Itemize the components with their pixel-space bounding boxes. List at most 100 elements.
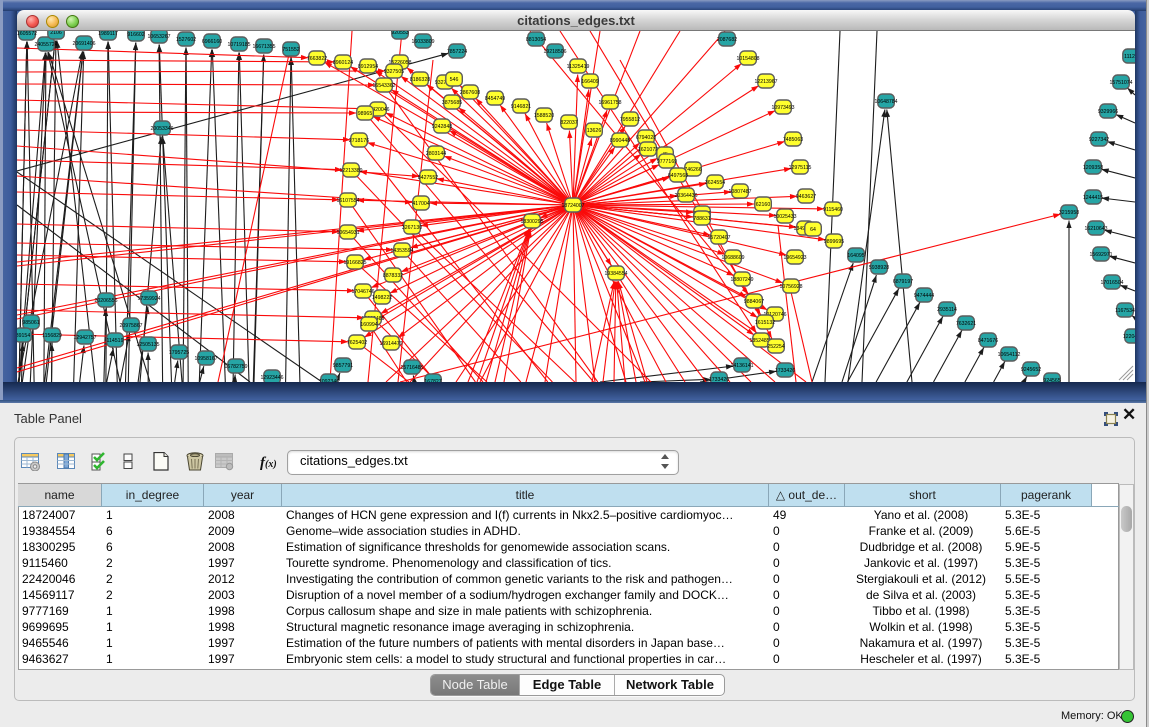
svg-text:19166825: 19166825 <box>343 260 366 266</box>
svg-text:19218506: 19218506 <box>543 49 566 55</box>
svg-text:1209358: 1209358 <box>1083 165 1103 171</box>
svg-text:9777169: 9777169 <box>657 159 677 165</box>
svg-text:17359924: 17359924 <box>137 296 160 302</box>
svg-text:16914479: 16914479 <box>379 341 402 347</box>
svg-text:11325419: 11325419 <box>567 64 590 70</box>
svg-text:751552: 751552 <box>282 47 299 53</box>
svg-text:7632621: 7632621 <box>956 321 976 327</box>
svg-text:8990448: 8990448 <box>610 138 630 144</box>
svg-text:9474444: 9474444 <box>914 293 934 299</box>
svg-text:8960124: 8960124 <box>333 60 353 66</box>
svg-text:9115460: 9115460 <box>823 207 843 213</box>
svg-text:7663822: 7663822 <box>307 56 327 62</box>
svg-text:16782759: 16782759 <box>224 364 247 370</box>
svg-text:62160: 62160 <box>756 202 771 208</box>
svg-text:39154: 39154 <box>17 333 30 339</box>
svg-text:9463627: 9463627 <box>796 194 816 200</box>
svg-text:2106: 2106 <box>50 31 62 36</box>
svg-text:3624554: 3624554 <box>705 180 725 186</box>
svg-text:19384554: 19384554 <box>604 271 627 277</box>
svg-text:13626: 13626 <box>587 128 602 134</box>
svg-text:15751074: 15751074 <box>1109 80 1132 86</box>
svg-text:6879197: 6879197 <box>893 279 913 285</box>
svg-text:788631: 788631 <box>693 216 710 222</box>
svg-text:7857224: 7857224 <box>447 49 467 55</box>
svg-text:924565: 924565 <box>1043 378 1060 382</box>
svg-text:16671355: 16671355 <box>252 44 275 50</box>
svg-text:1605572: 1605572 <box>17 31 37 37</box>
svg-text:2718176: 2718176 <box>349 138 369 144</box>
svg-text:9245652: 9245652 <box>1021 367 1041 373</box>
svg-text:12942757: 12942757 <box>73 335 96 341</box>
svg-text:f(x): f(x) <box>260 455 277 471</box>
svg-text:164095: 164095 <box>847 253 864 259</box>
svg-text:1244415: 1244415 <box>1083 195 1103 201</box>
svg-text:24055724: 24055724 <box>34 42 57 48</box>
svg-text:985061: 985061 <box>22 320 39 326</box>
svg-text:822037: 822037 <box>560 120 577 126</box>
svg-text:1615132: 1615132 <box>755 320 775 326</box>
svg-text:16210643: 16210643 <box>1084 226 1107 232</box>
svg-text:167827: 167827 <box>424 379 441 382</box>
svg-text:2935114: 2935114 <box>937 307 957 313</box>
svg-text:1795725: 1795725 <box>169 350 189 356</box>
svg-text:10654112: 10654112 <box>998 352 1021 358</box>
svg-text:3267130: 3267130 <box>402 225 422 231</box>
svg-text:417004: 417004 <box>412 201 429 207</box>
svg-text:10154808: 10154808 <box>736 56 759 62</box>
svg-text:9857791: 9857791 <box>333 363 353 369</box>
svg-text:9884067: 9884067 <box>744 299 764 305</box>
svg-text:114519: 114519 <box>107 338 124 344</box>
svg-text:3875685: 3875685 <box>442 100 462 106</box>
svg-text:920553: 920553 <box>391 31 408 36</box>
svg-text:8454749: 8454749 <box>485 96 505 102</box>
svg-text:6966160: 6966160 <box>202 39 222 45</box>
svg-text:9329966: 9329966 <box>1098 109 1118 115</box>
svg-text:6794028: 6794028 <box>636 135 656 141</box>
svg-text:10958167: 10958167 <box>194 356 217 362</box>
svg-text:20053346: 20053346 <box>150 126 173 132</box>
svg-text:16543362: 16543362 <box>372 83 395 89</box>
svg-text:160994: 160994 <box>360 322 377 328</box>
svg-text:16033809: 16033809 <box>411 39 434 45</box>
svg-text:8471676: 8471676 <box>978 338 998 344</box>
svg-text:18300295: 18300295 <box>520 219 543 225</box>
svg-text:12213389: 12213389 <box>339 168 362 174</box>
svg-text:1588520: 1588520 <box>534 113 554 119</box>
svg-text:2087682: 2087682 <box>717 37 737 43</box>
svg-text:2803144: 2803144 <box>426 151 446 157</box>
svg-text:1220455: 1220455 <box>1123 334 1135 340</box>
svg-text:15720407: 15720407 <box>707 235 730 241</box>
svg-text:10756928: 10756928 <box>779 284 802 290</box>
svg-text:12505135: 12505135 <box>136 342 159 348</box>
svg-text:19654923: 19654923 <box>783 255 806 261</box>
svg-text:20364436: 20364436 <box>674 193 697 199</box>
svg-text:10973493: 10973493 <box>771 105 794 111</box>
svg-text:1156829: 1156829 <box>42 333 62 339</box>
svg-text:8813054: 8813054 <box>526 37 546 43</box>
svg-text:14353594: 14353594 <box>390 248 413 254</box>
svg-text:1527602: 1527602 <box>176 37 196 43</box>
svg-text:12213967: 12213967 <box>754 79 777 85</box>
svg-text:98965: 98965 <box>358 111 373 117</box>
svg-text:9327505: 9327505 <box>384 69 404 75</box>
svg-text:10688609: 10688609 <box>721 255 744 261</box>
svg-text:7955812: 7955812 <box>620 117 640 123</box>
svg-text:16961758: 16961758 <box>598 100 621 106</box>
svg-text:7625402: 7625402 <box>347 340 367 346</box>
svg-text:252254: 252254 <box>767 344 784 350</box>
svg-text:20691406: 20691406 <box>72 41 95 47</box>
svg-text:1167534: 1167534 <box>1115 308 1135 314</box>
svg-text:14136141: 14136141 <box>730 363 753 369</box>
svg-text:18807249: 18807249 <box>730 277 753 283</box>
svg-text:64: 64 <box>810 227 816 233</box>
svg-text:20206556: 20206556 <box>94 298 117 304</box>
svg-text:1733426: 1733426 <box>775 368 795 374</box>
svg-text:1621072: 1621072 <box>638 147 658 153</box>
svg-text:1733426: 1733426 <box>709 377 729 382</box>
svg-text:8427552: 8427552 <box>418 175 438 181</box>
svg-text:1989117: 1989117 <box>98 31 118 37</box>
svg-text:10653267: 10653267 <box>147 34 170 40</box>
svg-text:7485063: 7485063 <box>783 137 803 143</box>
svg-text:20975867: 20975867 <box>119 323 142 329</box>
